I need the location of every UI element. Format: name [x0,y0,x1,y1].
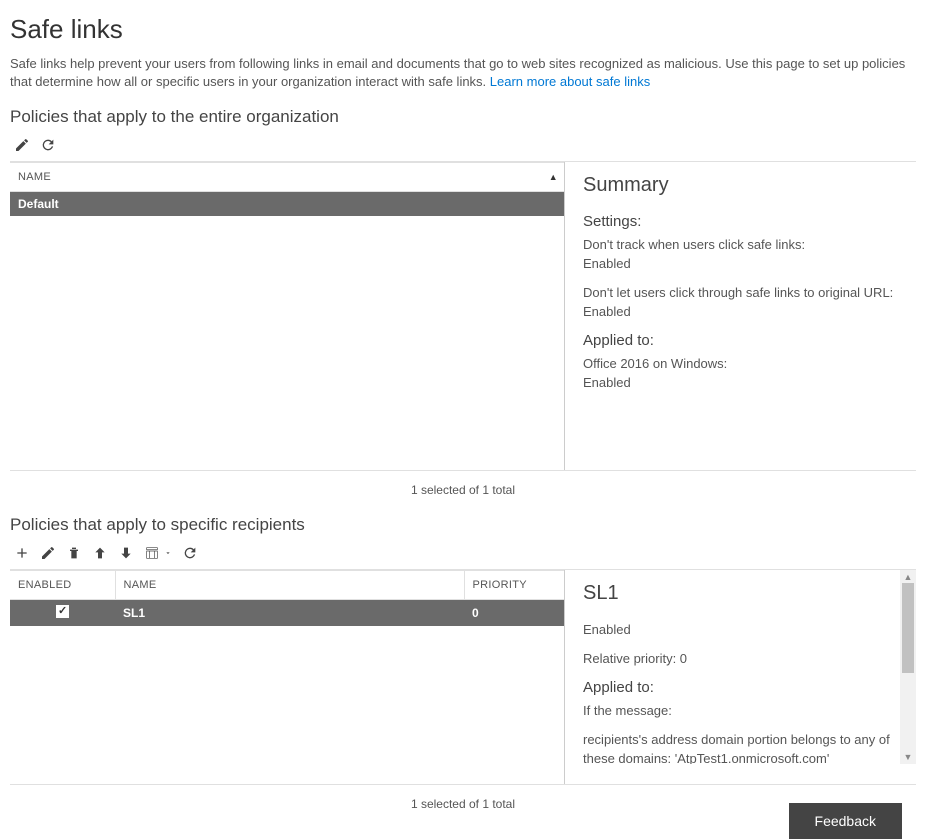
setting-row: Don't track when users click safe links: [583,236,902,255]
org-policies-heading: Policies that apply to the entire organi… [10,107,916,127]
applied-to-label: Applied to: [583,679,902,696]
learn-more-link[interactable]: Learn more about safe links [490,74,650,89]
scroll-thumb[interactable] [902,583,914,673]
setting-value: Enabled [583,255,902,274]
details-title: SL1 [583,582,902,605]
applied-value: Enabled [583,374,902,393]
scroll-down-icon[interactable]: ▼ [903,752,913,762]
add-icon[interactable] [14,545,30,561]
recip-details-pane: SL1 Enabled Relative priority: 0 Applied… [565,570,916,764]
details-priority: Relative priority: 0 [583,650,902,669]
move-down-icon[interactable] [118,545,134,561]
applied-to-label: Applied to: [583,332,902,349]
org-status: 1 selected of 1 total [10,471,916,511]
recip-policies-heading: Policies that apply to specific recipien… [10,515,916,535]
intro-text: Safe links help prevent your users from … [10,55,916,91]
applied-row: Office 2016 on Windows: [583,355,902,374]
recip-policies-table: ENABLED NAME PRIORITY SL1 0 [10,570,564,626]
recip-col-name[interactable]: NAME [115,571,464,600]
refresh-icon[interactable] [182,545,198,561]
if-message-label: If the message: [583,702,902,721]
columns-icon[interactable] [144,545,160,561]
org-toolbar [10,133,916,161]
setting-row: Don't let users click through safe links… [583,284,902,303]
move-up-icon[interactable] [92,545,108,561]
recip-status: 1 selected of 1 total [10,785,916,825]
dropdown-caret-icon[interactable] [164,549,172,557]
recip-col-enabled[interactable]: ENABLED [10,571,115,600]
setting-value: Enabled [583,303,902,322]
org-summary-pane: Summary Settings: Don't track when users… [565,162,916,470]
summary-title: Summary [583,174,902,197]
details-enabled: Enabled [583,621,902,640]
table-row[interactable]: SL1 0 [10,600,564,627]
scrollbar[interactable]: ▲ ▼ [900,570,916,764]
edit-icon[interactable] [40,545,56,561]
org-policies-table: NAME ▲ Default [10,162,564,216]
scroll-up-icon[interactable]: ▲ [903,572,913,582]
org-col-name[interactable]: NAME ▲ [10,163,564,192]
table-row[interactable]: Default [10,192,564,217]
condition-text: recipients's address domain portion belo… [583,731,902,764]
edit-icon[interactable] [14,137,30,153]
recip-col-priority[interactable]: PRIORITY [464,571,564,600]
checkbox-checked-icon [56,605,69,618]
org-policies-grid-pane: NAME ▲ Default [10,162,565,470]
feedback-button[interactable]: Feedback [789,803,902,839]
delete-icon[interactable] [66,545,82,561]
sort-asc-icon: ▲ [549,172,558,182]
settings-label: Settings: [583,213,902,230]
refresh-icon[interactable] [40,137,56,153]
recip-toolbar [10,541,916,569]
page-title: Safe links [10,14,916,45]
recip-policies-grid-pane: ENABLED NAME PRIORITY SL1 0 [10,570,565,784]
